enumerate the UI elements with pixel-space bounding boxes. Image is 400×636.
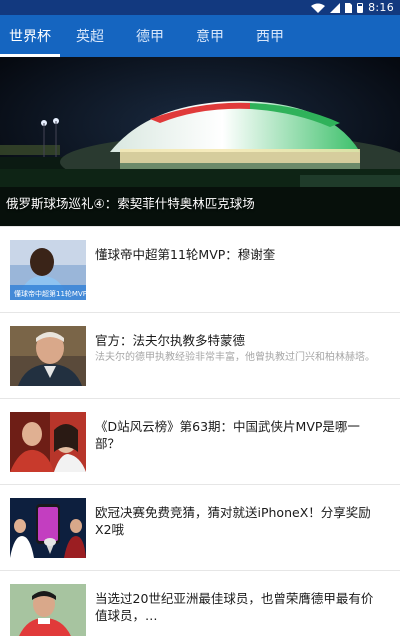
status-time: 8:16 <box>368 1 394 14</box>
list-item[interactable]: 当选过20世纪亚洲最佳球员，也曾荣膺德甲最有价值球员，… <box>0 570 400 636</box>
status-bar: 8:16 <box>0 0 400 15</box>
news-thumbnail: 懂球帝中超第11轮MVP <box>10 240 86 300</box>
news-title: 懂球帝中超第11轮MVP：穆谢奎 <box>95 247 276 262</box>
battery-icon <box>357 2 364 13</box>
tab-serie-a[interactable]: 意甲 <box>180 15 240 57</box>
tab-bundesliga[interactable]: 德甲 <box>120 15 180 57</box>
list-item[interactable]: 懂球帝中超第11轮MVP 懂球帝中超第11轮MVP：穆谢奎 <box>0 226 400 312</box>
news-title: 官方：法夫尔执教多特蒙德 <box>95 333 246 348</box>
sim-icon <box>345 2 353 13</box>
news-thumbnail <box>10 326 86 386</box>
news-thumbnail <box>10 584 86 636</box>
tab-premier-league[interactable]: 英超 <box>60 15 120 57</box>
list-item[interactable]: 官方：法夫尔执教多特蒙德 法夫尔的德甲执教经验非常丰富，他曾执教过门兴和柏林赫塔… <box>0 312 400 398</box>
news-title: 当选过20世纪亚洲最佳球员，也曾荣膺德甲最有价值球员，… <box>95 591 374 623</box>
thumb-caption: 懂球帝中超第11轮MVP <box>14 289 86 298</box>
banner-caption: 俄罗斯球场巡礼④：索契菲什特奥林匹克球场 <box>6 196 255 211</box>
news-title: 《D站风云榜》第63期：中国武侠片MVP是哪一部？ <box>95 419 360 451</box>
news-thumbnail <box>10 498 86 558</box>
news-title: 欧冠决赛免费竞猜，猜对就送iPhoneX！分享奖励X2哦 <box>95 505 371 537</box>
tab-la-liga[interactable]: 西甲 <box>240 15 300 57</box>
signal-icon <box>330 2 341 13</box>
league-tab-bar: 世界杯 英超 德甲 意甲 西甲 <box>0 15 400 57</box>
news-summary: 法夫尔的德甲执教经验非常丰富，他曾执教过门兴和柏林赫塔。 <box>95 352 375 363</box>
tab-world-cup[interactable]: 世界杯 <box>0 15 60 57</box>
wifi-icon <box>311 3 326 13</box>
list-item[interactable]: 《D站风云榜》第63期：中国武侠片MVP是哪一部？ <box>0 398 400 484</box>
list-item[interactable]: 欧冠决赛免费竞猜，猜对就送iPhoneX！分享奖励X2哦 <box>0 484 400 570</box>
featured-banner[interactable]: 俄罗斯球场巡礼④：索契菲什特奥林匹克球场 <box>0 57 400 226</box>
news-thumbnail <box>10 412 86 472</box>
